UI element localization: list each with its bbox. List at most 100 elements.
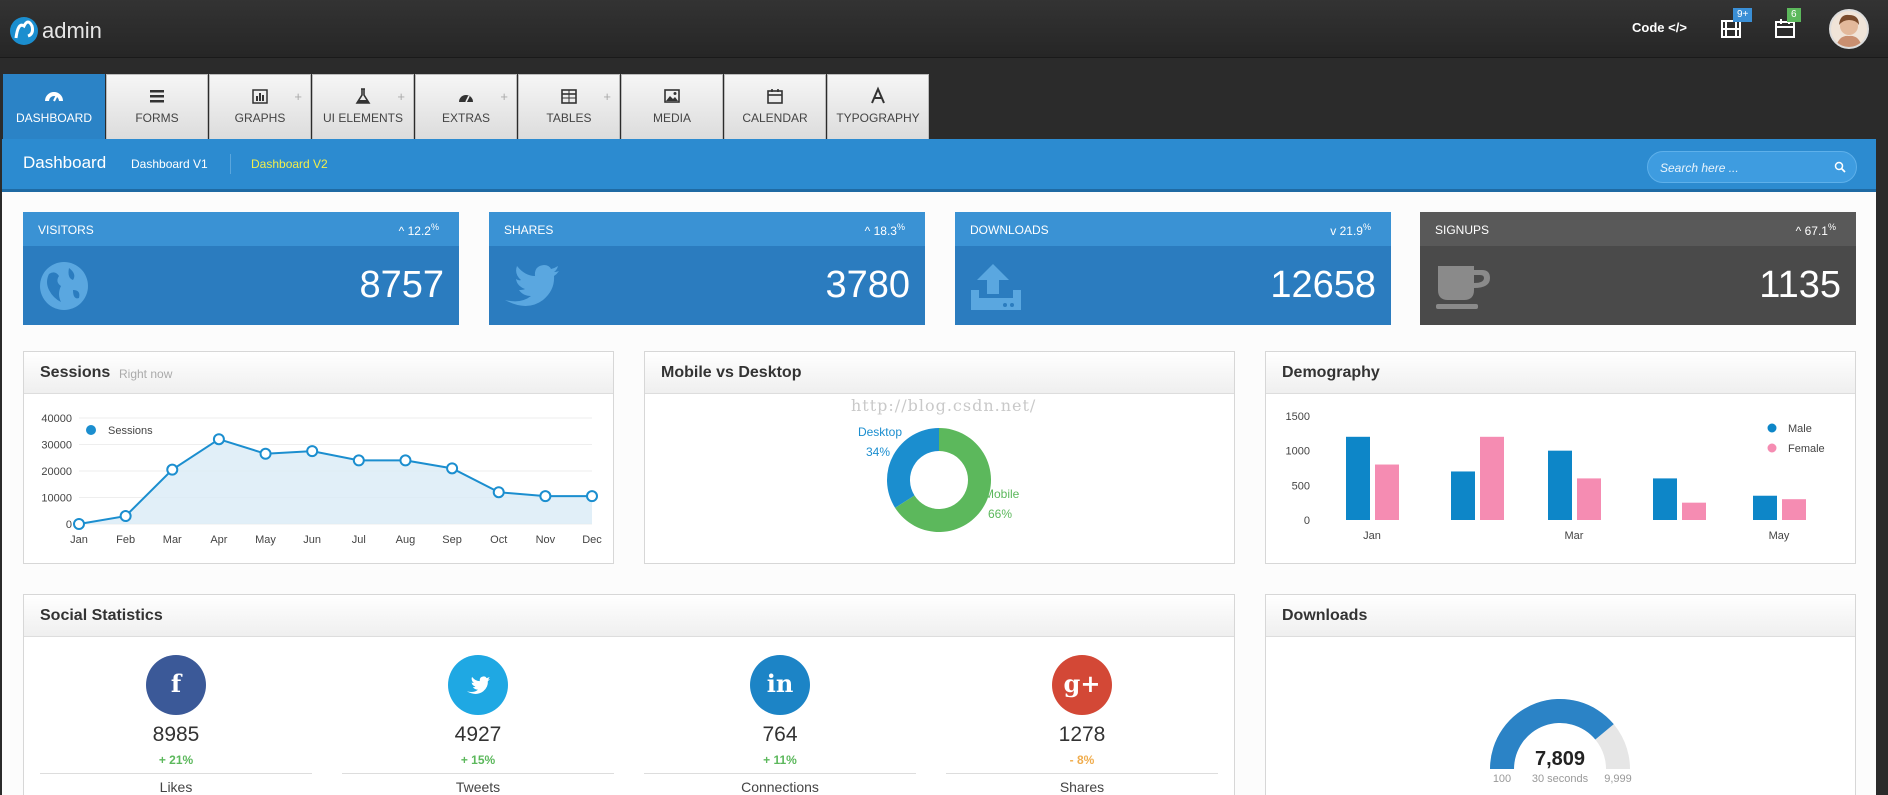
- mobile-desktop-panel: Mobile vs Desktop Desktop 34% Mobile 66%: [644, 351, 1235, 564]
- legend-swatch: [1766, 442, 1778, 454]
- y-tick-label: 30000: [41, 440, 72, 452]
- social-stat-connections[interactable]: in 764 + 11% Connections: [644, 655, 916, 795]
- google-plus-icon[interactable]: g+: [1052, 655, 1112, 715]
- twitter-icon[interactable]: [448, 655, 508, 715]
- tab-ui-elements[interactable]: UI ELEMENTS +: [312, 74, 414, 139]
- user-avatar[interactable]: [1829, 9, 1869, 49]
- legend-label: Sessions: [108, 425, 153, 437]
- social-stat-tweets[interactable]: 4927 + 15% Tweets: [342, 655, 614, 795]
- tab-calendar[interactable]: CALENDAR: [724, 74, 826, 139]
- data-point[interactable]: [306, 445, 319, 458]
- plus-icon[interactable]: +: [603, 89, 611, 104]
- stat-card-downloads[interactable]: DOWNLOADS v 21.9% 12658: [955, 212, 1391, 325]
- stat-card-signups[interactable]: SIGNUPS ^ 67.1% 1135: [1420, 212, 1856, 325]
- stat-change-value: 18.3: [873, 224, 897, 238]
- plus-icon[interactable]: +: [294, 89, 302, 104]
- bar-female-may[interactable]: [1782, 499, 1806, 520]
- list-icon: [148, 87, 166, 105]
- tab-label: CALENDAR: [742, 111, 808, 125]
- logo-text[interactable]: admin: [42, 18, 102, 44]
- data-point[interactable]: [446, 462, 459, 475]
- table-icon: [560, 87, 578, 105]
- data-point[interactable]: [73, 518, 85, 530]
- dashboard-v1-link[interactable]: Dashboard V1: [131, 157, 208, 171]
- icon-glyph: f: [170, 669, 182, 698]
- tab-extras[interactable]: EXTRAS +: [415, 74, 517, 139]
- bar-male-jan[interactable]: [1346, 436, 1370, 520]
- dashboard-v2-link[interactable]: Dashboard V2: [251, 157, 328, 171]
- plus-icon[interactable]: +: [500, 89, 508, 104]
- data-point[interactable]: [539, 490, 552, 503]
- twitter-bird-icon: [503, 260, 559, 312]
- notification-badge: 9+: [1733, 8, 1753, 22]
- search-placeholder: Search here ...: [1660, 161, 1739, 175]
- bar-male-may[interactable]: [1753, 495, 1777, 520]
- bar-male-apr[interactable]: [1653, 478, 1677, 520]
- logo-icon[interactable]: [8, 12, 40, 50]
- tab-graphs[interactable]: GRAPHS +: [209, 74, 311, 139]
- facebook-icon[interactable]: f: [146, 655, 206, 715]
- tab-label: FORMS: [135, 111, 179, 125]
- tab-forms[interactable]: FORMS: [106, 74, 208, 139]
- stat-value: 12658: [1270, 264, 1376, 306]
- stat-card-header: SIGNUPS ^ 67.1%: [1420, 212, 1856, 246]
- font-icon: [869, 86, 887, 105]
- stat-change: v 21.9%: [1330, 222, 1371, 238]
- panel-title: Downloads: [1282, 607, 1368, 624]
- tab-label: TYPOGRAPHY: [836, 111, 920, 125]
- divider: [40, 773, 312, 774]
- search-icon[interactable]: [1834, 161, 1846, 173]
- stat-change-unit: %: [430, 222, 439, 232]
- slice-value-label: 66%: [988, 507, 1012, 521]
- data-point[interactable]: [492, 486, 505, 499]
- x-tick-label: Nov: [536, 534, 556, 546]
- chevron-up-icon: ^: [1795, 224, 1805, 238]
- linkedin-icon[interactable]: in: [750, 655, 810, 715]
- legend-swatch: [1766, 422, 1778, 434]
- divider: [644, 773, 916, 774]
- social-stat-shares[interactable]: g+ 1278 - 8% Shares: [946, 655, 1218, 795]
- stat-card-visitors[interactable]: VISITORS ^ 12.2% 8757: [23, 212, 459, 325]
- bar-male-mar[interactable]: [1548, 450, 1572, 520]
- bar-female-mar[interactable]: [1577, 478, 1601, 520]
- demography-bar-chart: 0 500 1000 1500 Jan Mar May Male Female: [1286, 411, 1825, 542]
- donut-slice-desktop[interactable]: [887, 428, 939, 508]
- tab-dashboard[interactable]: DASHBOARD: [3, 74, 105, 139]
- gauge-icon: [457, 87, 475, 105]
- data-point[interactable]: [586, 490, 598, 503]
- data-point[interactable]: [119, 510, 132, 523]
- tab-label: GRAPHS: [234, 111, 286, 125]
- x-tick-label: Jun: [303, 534, 321, 546]
- social-change: - 8%: [1069, 753, 1095, 767]
- x-tick-label: Feb: [116, 534, 135, 546]
- code-link[interactable]: Code </>: [1632, 20, 1687, 35]
- bar-female-apr[interactable]: [1682, 502, 1706, 520]
- tab-typography[interactable]: TYPOGRAPHY: [827, 74, 929, 139]
- tab-tables[interactable]: TABLES +: [518, 74, 620, 139]
- search-input[interactable]: Search here ...: [1647, 151, 1857, 183]
- data-point[interactable]: [352, 454, 365, 467]
- social-statistics-panel: Social Statistics f 8985 + 21% Likes 4927 + 1…: [23, 594, 1235, 795]
- social-value: 8985: [152, 723, 200, 746]
- x-tick-label: Mar: [163, 534, 182, 546]
- stat-card-header: SHARES ^ 18.3%: [489, 212, 925, 246]
- data-point[interactable]: [166, 463, 179, 476]
- social-stat-likes[interactable]: f 8985 + 21% Likes: [40, 655, 312, 795]
- data-point[interactable]: [212, 433, 225, 446]
- tab-media[interactable]: MEDIA: [621, 74, 723, 139]
- stat-card-shares[interactable]: SHARES ^ 18.3% 3780: [489, 212, 925, 325]
- social-change: + 11%: [763, 753, 797, 767]
- bar-female-jan[interactable]: [1375, 464, 1399, 520]
- plus-icon[interactable]: +: [397, 89, 405, 104]
- panel-header: Downloads: [1266, 595, 1855, 637]
- chevron-up-icon: ^: [398, 224, 408, 238]
- bar-female-feb[interactable]: [1480, 436, 1504, 520]
- bar-male-feb[interactable]: [1451, 471, 1475, 520]
- icon-glyph: g+: [1063, 669, 1101, 698]
- chevron-down-icon: v: [1330, 224, 1340, 238]
- code-brackets-icon: </>: [1668, 20, 1687, 35]
- data-point[interactable]: [399, 454, 412, 467]
- mobile-desktop-donut-chart: Desktop 34% Mobile 66%: [858, 425, 1020, 532]
- y-tick-label: 500: [1292, 480, 1310, 492]
- data-point[interactable]: [259, 447, 272, 460]
